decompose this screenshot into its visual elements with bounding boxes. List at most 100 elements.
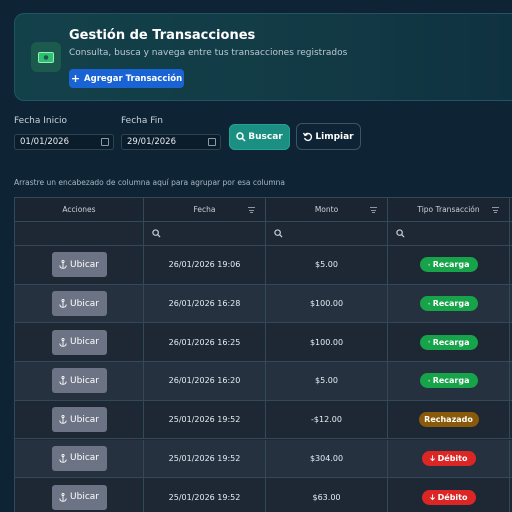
cell-acciones: Ubicar	[15, 323, 144, 363]
money-icon	[31, 42, 61, 72]
calendar-icon[interactable]	[101, 138, 109, 146]
transaction-type-badge: Recarga	[419, 373, 478, 389]
cell-acciones: Ubicar	[15, 400, 144, 440]
cell-monto: $63.00	[266, 478, 388, 512]
reset-icon	[303, 132, 313, 141]
amount-value: $100.00	[309, 299, 344, 309]
filter-icon[interactable]	[248, 207, 255, 213]
cell-tipo: Rechazado	[388, 400, 510, 440]
start-date-value: 01/01/2026	[20, 137, 69, 147]
table-row[interactable]: Ubicar 26/01/2026 16:28 $100.00 Recarga	[15, 284, 512, 324]
column-title: Monto	[314, 205, 339, 214]
search-icon	[396, 229, 405, 238]
column-header-acciones[interactable]: Acciones	[15, 198, 144, 222]
anchor-icon	[59, 337, 67, 347]
table-row[interactable]: Ubicar 25/01/2026 19:52 $63.00 Débito	[15, 478, 512, 512]
arrow-down-icon	[429, 455, 435, 462]
locate-label: Ubicar	[70, 375, 99, 386]
locate-button[interactable]: Ubicar	[51, 252, 107, 278]
add-transaction-button[interactable]: + Agregar Transacción	[69, 69, 184, 88]
badge-label: Recarga	[432, 260, 470, 270]
cell-tipo: Recarga	[388, 284, 510, 324]
date-value: 25/01/2026 19:52	[168, 492, 241, 502]
arrow-up-icon	[427, 379, 430, 383]
locate-button[interactable]: Ubicar	[51, 445, 107, 471]
cell-fecha: 25/01/2026 19:52	[144, 439, 266, 479]
badge-label: Débito	[437, 453, 468, 463]
column-title: Acciones	[62, 205, 96, 214]
cell-fecha: 26/01/2026 16:20	[144, 362, 266, 401]
filter-cell-fecha[interactable]	[144, 222, 266, 246]
grid-filter-row	[15, 222, 512, 246]
transactions-grid: Acciones Fecha Monto Tipo Transacción Ub…	[14, 197, 512, 512]
locate-label: Ubicar	[70, 492, 99, 503]
arrow-up-icon	[427, 302, 430, 305]
amount-value: $63.00	[312, 492, 341, 502]
group-panel-hint[interactable]: Arrastre un encabezado de columna aquí p…	[14, 178, 285, 187]
date-value: 26/01/2026 16:28	[168, 299, 241, 309]
table-row[interactable]: Ubicar 25/01/2026 19:52 -$12.00 Rechazado	[15, 400, 512, 440]
filter-icon[interactable]	[492, 207, 499, 213]
filter-cell-tipo[interactable]	[388, 222, 510, 246]
locate-label: Ubicar	[70, 259, 99, 270]
locate-button[interactable]: Ubicar	[51, 484, 107, 510]
filter-cell-monto[interactable]	[266, 222, 388, 246]
transaction-type-badge: Débito	[421, 450, 476, 466]
locate-label: Ubicar	[70, 453, 99, 464]
locate-button[interactable]: Ubicar	[51, 407, 107, 433]
arrow-up-icon	[427, 263, 430, 266]
search-icon	[152, 229, 161, 238]
clear-label: Limpiar	[315, 131, 354, 142]
header-card: Gestión de Transacciones Consulta, busca…	[14, 13, 512, 101]
cell-acciones: Ubicar	[15, 284, 144, 324]
search-button[interactable]: Buscar	[229, 124, 290, 150]
locate-label: Ubicar	[70, 414, 99, 425]
filter-icon[interactable]	[370, 207, 377, 213]
badge-label: Débito	[437, 492, 468, 502]
clear-button[interactable]: Limpiar	[296, 123, 361, 150]
column-header-fecha[interactable]: Fecha	[144, 198, 266, 222]
anchor-icon	[59, 492, 67, 502]
cell-monto: $100.00	[266, 323, 388, 363]
cell-monto: $5.00	[266, 246, 388, 285]
locate-button[interactable]: Ubicar	[51, 368, 107, 394]
cell-monto: $100.00	[266, 284, 388, 324]
amount-value: $5.00	[315, 376, 338, 386]
cell-fecha: 26/01/2026 16:28	[144, 284, 266, 324]
table-row[interactable]: Ubicar 26/01/2026 16:25 $100.00 Recarga	[15, 323, 512, 363]
locate-button[interactable]: Ubicar	[51, 291, 107, 317]
cell-acciones: Ubicar	[15, 478, 144, 512]
transaction-type-badge: Débito	[421, 489, 476, 505]
badge-label: Recarga	[432, 376, 470, 386]
page-title: Gestión de Transacciones	[69, 28, 256, 43]
badge-label: Rechazado	[424, 415, 473, 425]
anchor-icon	[59, 415, 67, 424]
start-date-label: Fecha Inicio	[14, 116, 68, 126]
column-header-tipo[interactable]: Tipo Transacción	[388, 198, 510, 222]
table-row[interactable]: Ubicar 26/01/2026 19:06 $5.00 Recarga	[15, 246, 512, 285]
date-value: 25/01/2026 19:52	[168, 415, 241, 425]
anchor-icon	[59, 376, 67, 386]
date-value: 26/01/2026 16:20	[168, 376, 241, 386]
search-label: Buscar	[248, 132, 283, 142]
cell-fecha: 25/01/2026 19:52	[144, 478, 266, 512]
amount-value: -$12.00	[311, 415, 342, 425]
cell-tipo: Recarga	[388, 246, 510, 285]
calendar-icon[interactable]	[208, 138, 216, 146]
transaction-type-badge: Rechazado	[418, 412, 479, 428]
table-row[interactable]: Ubicar 25/01/2026 19:52 $304.00 Débito	[15, 439, 512, 479]
transaction-type-badge: Recarga	[419, 334, 478, 350]
end-date-value: 29/01/2026	[127, 137, 176, 147]
add-transaction-label: Agregar Transacción	[84, 73, 183, 84]
page-subtitle: Consulta, busca y navega entre tus trans…	[69, 48, 348, 58]
anchor-icon	[59, 299, 67, 308]
start-date-input[interactable]: 01/01/2026	[14, 134, 114, 150]
end-date-input[interactable]: 29/01/2026	[121, 134, 221, 150]
transaction-type-badge: Recarga	[419, 257, 478, 273]
locate-label: Ubicar	[70, 337, 99, 348]
filter-cell-acciones	[15, 222, 144, 246]
table-row[interactable]: Ubicar 26/01/2026 16:20 $5.00 Recarga	[15, 362, 512, 401]
date-value: 25/01/2026 19:52	[168, 453, 241, 463]
locate-button[interactable]: Ubicar	[51, 329, 107, 355]
column-header-monto[interactable]: Monto	[266, 198, 388, 222]
